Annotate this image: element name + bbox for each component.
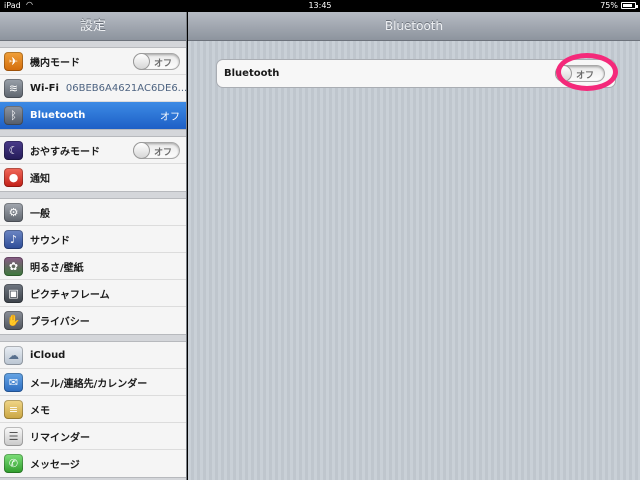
airplane-mode-toggle[interactable]: オフ — [133, 52, 180, 70]
bluetooth-status: オフ — [160, 112, 180, 123]
cloud-icon: ☁ — [4, 345, 23, 365]
highlight-circle — [556, 53, 618, 91]
sidebar-item-messages[interactable]: ✆ メッセージ — [0, 450, 186, 477]
sidebar-item-do-not-disturb[interactable]: ☾ おやすみモード オフ — [0, 137, 186, 164]
sidebar-item-label: サウンド — [30, 235, 70, 247]
speaker-icon: ♪ — [4, 229, 23, 249]
sidebar-item-icloud[interactable]: ☁ iCloud — [0, 342, 186, 369]
sidebar-item-label: メッセージ — [30, 460, 80, 471]
mail-icon: ✉ — [4, 372, 23, 392]
sidebar-item-label: プライバシー — [30, 317, 90, 328]
status-bar: iPad ◠ 13:45 75% — [0, 0, 640, 12]
sidebar-item-label: 機内モード — [30, 57, 80, 69]
wifi-icon: ≋ — [4, 78, 23, 98]
sidebar-item-privacy[interactable]: ✋ プライバシー — [0, 307, 186, 334]
sidebar-group-device: ⚙ 一般 ♪ サウンド ✿ 明るさ/壁紙 ▣ ピクチャフレーム ✋ プライバシー — [0, 198, 186, 335]
messages-icon: ✆ — [4, 454, 23, 473]
moon-icon: ☾ — [4, 140, 23, 160]
battery-icon — [621, 2, 638, 9]
sidebar-item-label: 通知 — [30, 174, 50, 185]
sidebar-item-bluetooth[interactable]: ᛒ Bluetooth オフ — [0, 102, 186, 129]
notification-icon: ● — [4, 168, 23, 187]
sidebar-item-picture-frame[interactable]: ▣ ピクチャフレーム — [0, 280, 186, 307]
bluetooth-setting-label: Bluetooth — [224, 68, 280, 79]
sidebar-item-label: メール/連絡先/カレンダー — [30, 378, 148, 390]
sidebar-group-notifications: ☾ おやすみモード オフ ● 通知 — [0, 136, 186, 192]
clock: 13:45 — [308, 1, 332, 10]
notes-icon: ≡ — [4, 399, 23, 419]
sidebar-group-connectivity: ✈ 機内モード オフ ≋ Wi-Fi 06BEB6A4621AC6DE6... … — [0, 47, 186, 130]
sidebar-item-label: 明るさ/壁紙 — [30, 262, 84, 274]
reminders-icon: ☰ — [4, 426, 23, 446]
sidebar-item-reminders[interactable]: ☰ リマインダー — [0, 423, 186, 450]
picture-frame-icon: ▣ — [4, 283, 23, 303]
sidebar-item-label: Wi-Fi — [30, 82, 59, 94]
wifi-network-name: 06BEB6A4621AC6DE6... — [65, 82, 186, 94]
sidebar-item-label: おやすみモード — [30, 146, 100, 158]
sidebar-item-label: リマインダー — [30, 432, 90, 444]
sidebar-item-mail[interactable]: ✉ メール/連絡先/カレンダー — [0, 369, 186, 396]
gear-icon: ⚙ — [4, 202, 23, 222]
sidebar-item-notifications[interactable]: ● 通知 — [0, 164, 186, 191]
sidebar-item-brightness[interactable]: ✿ 明るさ/壁紙 — [0, 253, 186, 280]
sidebar-item-label: ピクチャフレーム — [30, 289, 110, 301]
sidebar-item-general[interactable]: ⚙ 一般 — [0, 199, 186, 226]
sidebar-item-label: メモ — [30, 405, 50, 417]
sidebar-item-notes[interactable]: ≡ メモ — [0, 396, 186, 423]
bluetooth-setting-row: Bluetooth オフ — [216, 53, 618, 91]
settings-sidebar: 設定 ✈ 機内モード オフ ≋ Wi-Fi 06BEB6A4621AC6DE6.… — [0, 12, 187, 480]
bluetooth-icon: ᛒ — [4, 106, 23, 125]
do-not-disturb-toggle[interactable]: オフ — [133, 141, 180, 159]
sidebar-item-airplane-mode[interactable]: ✈ 機内モード オフ — [0, 48, 186, 75]
sidebar-item-sound[interactable]: ♪ サウンド — [0, 226, 186, 253]
airplane-icon: ✈ — [4, 51, 23, 71]
hand-icon: ✋ — [4, 311, 23, 330]
sidebar-title: 設定 — [0, 12, 186, 41]
bluetooth-detail-panel: Bluetooth Bluetooth オフ — [188, 12, 640, 480]
sidebar-item-wifi[interactable]: ≋ Wi-Fi 06BEB6A4621AC6DE6... — [0, 75, 186, 102]
detail-title: Bluetooth — [188, 12, 640, 41]
sidebar-group-apps: ☁ iCloud ✉ メール/連絡先/カレンダー ≡ メモ ☰ リマインダー ✆… — [0, 341, 186, 478]
sidebar-item-label: iCloud — [30, 349, 66, 361]
flower-icon: ✿ — [4, 256, 23, 276]
sidebar-item-label: 一般 — [30, 208, 50, 220]
battery-percent: 75% — [600, 1, 618, 10]
sidebar-item-label: Bluetooth — [30, 110, 86, 121]
